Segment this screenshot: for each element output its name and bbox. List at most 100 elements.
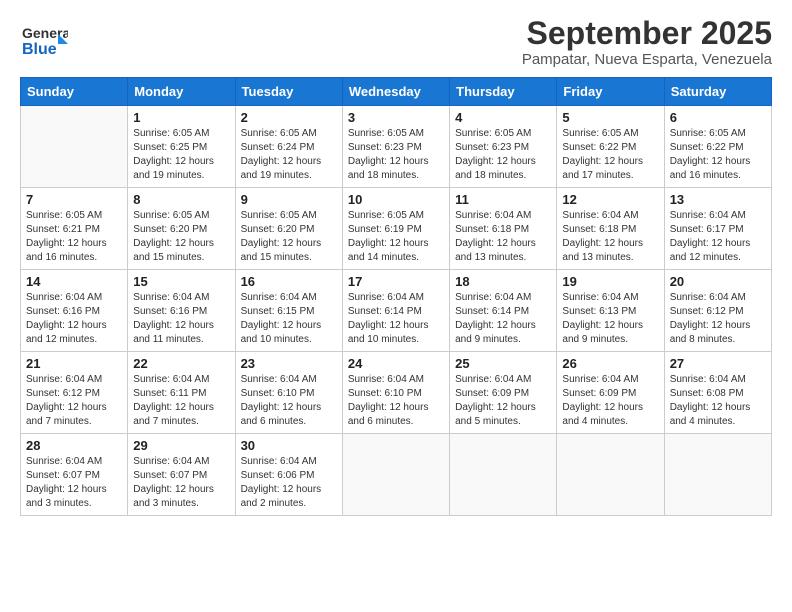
day-info: Sunrise: 6:04 AM Sunset: 6:12 PM Dayligh…: [670, 291, 766, 347]
calendar-week-row: 1 Sunrise: 6:05 AM Sunset: 6:25 PM Daylig…: [21, 106, 772, 188]
calendar-week-row: 14 Sunrise: 6:04 AM Sunset: 6:16 PM Dayli…: [21, 270, 772, 352]
day-info: Sunrise: 6:05 AM Sunset: 6:23 PM Dayligh…: [348, 127, 444, 183]
day-number: 15: [133, 274, 229, 289]
day-number: 17: [348, 274, 444, 289]
day-number: 29: [133, 438, 229, 453]
calendar-day-cell: 12Sunrise: 6:04 AM Sunset: 6:18 PM Dayli…: [557, 188, 664, 270]
logo-icon: General Blue: [20, 16, 68, 69]
calendar-day-cell: [450, 434, 557, 516]
day-info: Sunrise: 6:04 AM Sunset: 6:12 PM Dayligh…: [26, 373, 122, 429]
calendar-day-cell: 6Sunrise: 6:05 AM Sunset: 6:22 PM Daylig…: [664, 106, 771, 188]
calendar-header-cell: Monday: [128, 78, 235, 106]
calendar-day-cell: 30Sunrise: 6:04 AM Sunset: 6:06 PM Dayli…: [235, 434, 342, 516]
calendar-day-cell: 10 Sunrise: 6:05 AM Sunset: 6:19 PM Dayli…: [342, 188, 449, 270]
day-info: Sunrise: 6:05 AM Sunset: 6:22 PM Dayligh…: [562, 127, 658, 183]
day-number: 14: [26, 274, 122, 289]
day-info: Sunrise: 6:04 AM Sunset: 6:07 PM Dayligh…: [133, 455, 229, 511]
logo: General Blue: [20, 16, 68, 69]
day-info: Sunrise: 6:05 AM Sunset: 6:25 PM Dayligh…: [133, 127, 229, 183]
calendar-day-cell: [557, 434, 664, 516]
calendar-header-cell: Friday: [557, 78, 664, 106]
day-info: Sunrise: 6:04 AM Sunset: 6:15 PM Dayligh…: [241, 291, 337, 347]
calendar-day-cell: 1 Sunrise: 6:05 AM Sunset: 6:25 PM Daylig…: [128, 106, 235, 188]
day-info: Sunrise: 6:04 AM Sunset: 6:13 PM Dayligh…: [562, 291, 658, 347]
calendar-day-cell: 2 Sunrise: 6:05 AM Sunset: 6:24 PM Daylig…: [235, 106, 342, 188]
page-subtitle: Pampatar, Nueva Esparta, Venezuela: [522, 51, 772, 68]
calendar-day-cell: 5 Sunrise: 6:05 AM Sunset: 6:22 PM Daylig…: [557, 106, 664, 188]
day-number: 28: [26, 438, 122, 453]
day-number: 1: [133, 110, 229, 125]
calendar-week-row: 21 Sunrise: 6:04 AM Sunset: 6:12 PM Dayli…: [21, 352, 772, 434]
calendar-day-cell: 4 Sunrise: 6:05 AM Sunset: 6:23 PM Daylig…: [450, 106, 557, 188]
day-number: 19: [562, 274, 658, 289]
calendar-header-cell: Sunday: [21, 78, 128, 106]
calendar-day-cell: 24 Sunrise: 6:04 AM Sunset: 6:10 PM Dayli…: [342, 352, 449, 434]
day-number: 5: [562, 110, 658, 125]
day-info: Sunrise: 6:04 AM Sunset: 6:14 PM Dayligh…: [455, 291, 551, 347]
day-number: 9: [241, 192, 337, 207]
day-number: 2: [241, 110, 337, 125]
calendar-week-row: 28 Sunrise: 6:04 AM Sunset: 6:07 PM Dayli…: [21, 434, 772, 516]
day-number: 24: [348, 356, 444, 371]
day-info: Sunrise: 6:04 AM Sunset: 6:09 PM Dayligh…: [562, 373, 658, 429]
calendar-day-cell: 8 Sunrise: 6:05 AM Sunset: 6:20 PM Daylig…: [128, 188, 235, 270]
calendar-day-cell: 16 Sunrise: 6:04 AM Sunset: 6:15 PM Dayli…: [235, 270, 342, 352]
day-info: Sunrise: 6:04 AM Sunset: 6:09 PM Dayligh…: [455, 373, 551, 429]
day-number: 3: [348, 110, 444, 125]
day-number: 10: [348, 192, 444, 207]
calendar-table: SundayMondayTuesdayWednesdayThursdayFrid…: [20, 77, 772, 516]
day-number: 13: [670, 192, 766, 207]
day-info: Sunrise: 6:04 AM Sunset: 6:07 PM Dayligh…: [26, 455, 122, 511]
day-number: 12: [562, 192, 658, 207]
page-title: September 2025: [522, 16, 772, 51]
calendar-header-cell: Saturday: [664, 78, 771, 106]
day-info: Sunrise: 6:05 AM Sunset: 6:23 PM Dayligh…: [455, 127, 551, 183]
calendar-day-cell: 3 Sunrise: 6:05 AM Sunset: 6:23 PM Daylig…: [342, 106, 449, 188]
calendar-day-cell: 21 Sunrise: 6:04 AM Sunset: 6:12 PM Dayli…: [21, 352, 128, 434]
day-info: Sunrise: 6:04 AM Sunset: 6:08 PM Dayligh…: [670, 373, 766, 429]
day-number: 21: [26, 356, 122, 371]
day-number: 20: [670, 274, 766, 289]
calendar-day-cell: 19 Sunrise: 6:04 AM Sunset: 6:13 PM Dayli…: [557, 270, 664, 352]
calendar-header: SundayMondayTuesdayWednesdayThursdayFrid…: [21, 78, 772, 106]
calendar-day-cell: 27 Sunrise: 6:04 AM Sunset: 6:08 PM Dayli…: [664, 352, 771, 434]
calendar-day-cell: 14 Sunrise: 6:04 AM Sunset: 6:16 PM Dayli…: [21, 270, 128, 352]
day-info: Sunrise: 6:04 AM Sunset: 6:18 PM Dayligh…: [455, 209, 551, 265]
day-info: Sunrise: 6:05 AM Sunset: 6:20 PM Dayligh…: [133, 209, 229, 265]
day-info: Sunrise: 6:04 AM Sunset: 6:17 PM Dayligh…: [670, 209, 766, 265]
day-number: 11: [455, 192, 551, 207]
calendar-body: 1 Sunrise: 6:05 AM Sunset: 6:25 PM Daylig…: [21, 106, 772, 516]
day-number: 27: [670, 356, 766, 371]
calendar-day-cell: 28 Sunrise: 6:04 AM Sunset: 6:07 PM Dayli…: [21, 434, 128, 516]
calendar-header-cell: Tuesday: [235, 78, 342, 106]
calendar-header-row: SundayMondayTuesdayWednesdayThursdayFrid…: [21, 78, 772, 106]
day-number: 4: [455, 110, 551, 125]
day-number: 16: [241, 274, 337, 289]
day-number: 8: [133, 192, 229, 207]
day-info: Sunrise: 6:04 AM Sunset: 6:16 PM Dayligh…: [133, 291, 229, 347]
day-info: Sunrise: 6:04 AM Sunset: 6:10 PM Dayligh…: [348, 373, 444, 429]
calendar-day-cell: [342, 434, 449, 516]
day-info: Sunrise: 6:05 AM Sunset: 6:19 PM Dayligh…: [348, 209, 444, 265]
page-header: General Blue September 2025 Pampatar, Nu…: [20, 16, 772, 69]
calendar-day-cell: 18 Sunrise: 6:04 AM Sunset: 6:14 PM Dayli…: [450, 270, 557, 352]
calendar-day-cell: [664, 434, 771, 516]
day-info: Sunrise: 6:04 AM Sunset: 6:14 PM Dayligh…: [348, 291, 444, 347]
day-number: 7: [26, 192, 122, 207]
calendar-day-cell: 15 Sunrise: 6:04 AM Sunset: 6:16 PM Dayli…: [128, 270, 235, 352]
calendar-day-cell: 26Sunrise: 6:04 AM Sunset: 6:09 PM Dayli…: [557, 352, 664, 434]
day-number: 23: [241, 356, 337, 371]
svg-text:Blue: Blue: [22, 41, 57, 58]
day-number: 18: [455, 274, 551, 289]
day-number: 25: [455, 356, 551, 371]
calendar-day-cell: 25 Sunrise: 6:04 AM Sunset: 6:09 PM Dayli…: [450, 352, 557, 434]
day-info: Sunrise: 6:04 AM Sunset: 6:16 PM Dayligh…: [26, 291, 122, 347]
day-info: Sunrise: 6:04 AM Sunset: 6:06 PM Dayligh…: [241, 455, 337, 511]
calendar-day-cell: 23Sunrise: 6:04 AM Sunset: 6:10 PM Dayli…: [235, 352, 342, 434]
calendar-header-cell: Thursday: [450, 78, 557, 106]
title-block: September 2025 Pampatar, Nueva Esparta, …: [522, 16, 772, 68]
calendar-day-cell: [21, 106, 128, 188]
day-info: Sunrise: 6:05 AM Sunset: 6:24 PM Dayligh…: [241, 127, 337, 183]
day-number: 6: [670, 110, 766, 125]
calendar-day-cell: 22Sunrise: 6:04 AM Sunset: 6:11 PM Dayli…: [128, 352, 235, 434]
